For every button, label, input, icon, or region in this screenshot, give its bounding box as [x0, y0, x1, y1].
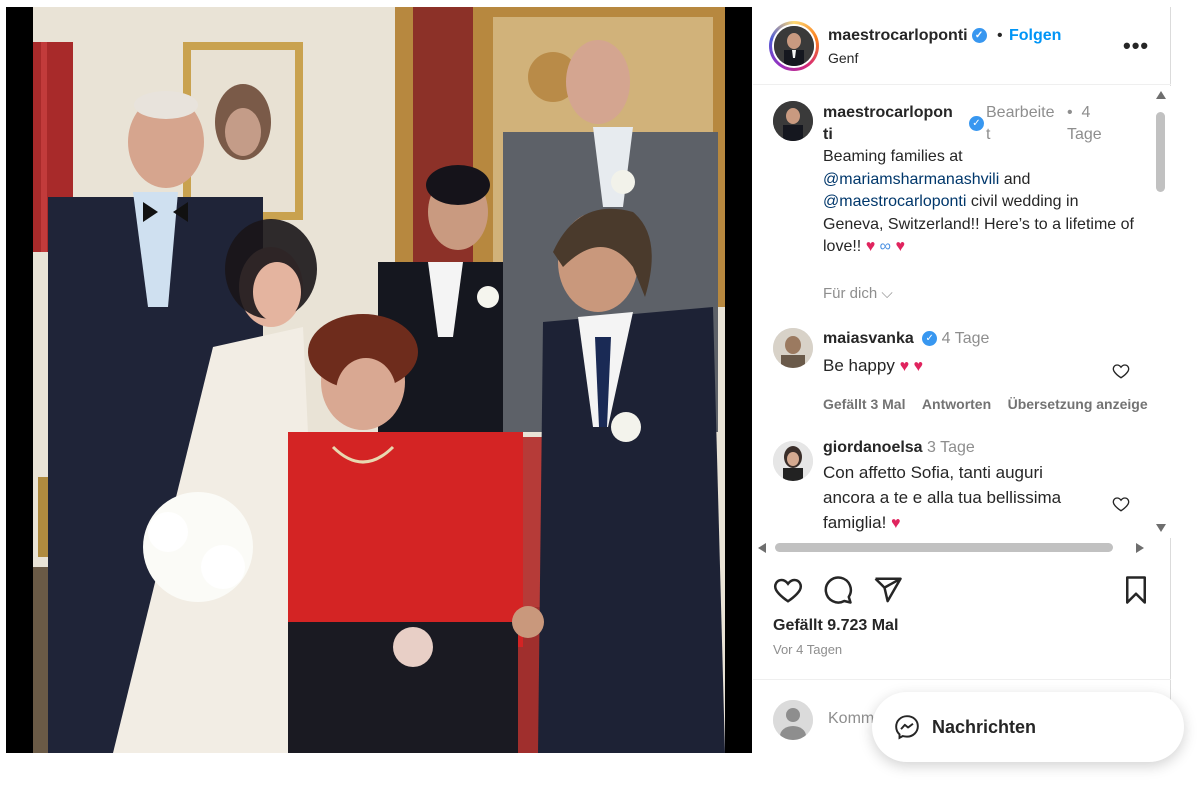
comments-scroll-area[interactable]: maestrocarlopon ti ✓ Bearbeite t • 4 Tag…: [753, 86, 1171, 556]
mention-link-groom[interactable]: @maestrocarloponti: [823, 193, 966, 210]
post-photo[interactable]: [33, 7, 725, 753]
share-icon[interactable]: [873, 575, 903, 605]
scroll-right-arrow-icon[interactable]: [1136, 543, 1144, 553]
author-username[interactable]: maestrocarloponti ✓: [828, 27, 987, 45]
scroll-down-arrow-icon[interactable]: [1156, 524, 1166, 532]
heart-emoji-icon: ♥: [895, 238, 906, 255]
author-avatar[interactable]: [769, 21, 819, 71]
comment-text-line1: Con affetto Sofia, tanti auguri: [823, 463, 1043, 482]
heart-emoji-icon: ♥ ♥: [899, 358, 924, 375]
follow-button[interactable]: Folgen: [1009, 27, 1061, 45]
comment-text-body: Be happy: [823, 356, 900, 375]
comment-text: Be happy ♥ ♥: [823, 353, 923, 379]
avatar-border: [772, 24, 816, 68]
comment-avatar[interactable]: [773, 328, 813, 368]
avatar-image: [774, 26, 814, 66]
caption-verified-icon: ✓: [969, 116, 984, 131]
caption-time[interactable]: • 4 Tage: [1067, 102, 1117, 146]
more-options-icon[interactable]: •••: [1123, 33, 1149, 59]
bookmark-icon[interactable]: [1121, 575, 1151, 605]
caption-time-unit[interactable]: Tage: [1067, 124, 1117, 146]
comment-text: Con affetto Sofia, tanti auguri ancora a…: [823, 460, 1113, 536]
infinity-emoji-icon: ∞: [879, 238, 892, 255]
horizontal-scroll-thumb[interactable]: [775, 543, 1113, 552]
post-photo-area: [6, 7, 752, 753]
scroll-up-arrow-icon[interactable]: [1156, 91, 1166, 99]
comment-header: maiasvanka ✓ 4 Tage: [823, 330, 989, 348]
comment-text-line3: famiglia!: [823, 513, 892, 532]
messages-button[interactable]: Nachrichten: [872, 692, 1184, 762]
comment-time[interactable]: 4 Tage: [942, 330, 990, 347]
translate-button[interactable]: Übersetzung anzeige: [1008, 396, 1148, 412]
caption-edited-label: Bearbeite t: [986, 102, 1066, 146]
header-separator: •: [997, 27, 1003, 44]
post-side-panel: maestrocarloponti ✓ • Folgen Genf ••• mae…: [753, 7, 1171, 753]
heart-icon[interactable]: [773, 575, 803, 605]
caption-time-separator: •: [1067, 104, 1073, 121]
avatar-picture: [774, 26, 814, 66]
mention-link-bride[interactable]: @mariamsharmanashvili: [823, 171, 999, 188]
messenger-icon: [895, 715, 919, 740]
comment-header: giordanoelsa 3 Tage: [823, 439, 975, 457]
caption-username-line2[interactable]: ti: [823, 124, 963, 146]
caption-text: Beaming families at @mariamsharmanashvil…: [823, 146, 1143, 259]
comment-like-heart-icon[interactable]: [1112, 495, 1130, 513]
post-actions-bar: [753, 567, 1171, 617]
vertical-scroll-thumb[interactable]: [1156, 112, 1165, 192]
comment-likes-count[interactable]: Gefällt 3 Mal: [823, 396, 905, 412]
post-location[interactable]: Genf: [828, 50, 858, 66]
comment-avatar-picture: [773, 328, 813, 368]
comment-time[interactable]: 3 Tage: [927, 439, 975, 456]
comment-username[interactable]: giordanoelsa: [823, 439, 923, 456]
post-date[interactable]: Vor 4 Tagen: [773, 642, 842, 657]
author-username-text[interactable]: maestrocarloponti: [828, 27, 968, 44]
comment-text-line2: ancora a te e alla tua bellissima: [823, 488, 1062, 507]
caption-author-avatar[interactable]: [773, 101, 813, 141]
comment-username[interactable]: maiasvanka: [823, 330, 914, 347]
caption-time-value[interactable]: 4: [1082, 104, 1091, 121]
caption-text-part1: Beaming families at: [823, 148, 963, 165]
verified-badge-icon: ✓: [971, 28, 987, 44]
caption-avatar-picture: [773, 101, 813, 141]
verified-badge-icon: ✓: [922, 331, 938, 347]
scroll-left-arrow-icon[interactable]: [758, 543, 766, 553]
caption-text-part2: and: [999, 170, 1031, 188]
comment-avatar[interactable]: [773, 441, 813, 481]
messages-label: Nachrichten: [932, 717, 1037, 737]
reply-button[interactable]: Antworten: [922, 396, 991, 412]
comment-meta: Gefällt 3 Mal Antworten Übersetzung anze…: [823, 396, 1148, 414]
likes-count[interactable]: Gefällt 9.723 Mal: [773, 617, 898, 635]
post-header: maestrocarloponti ✓ • Folgen Genf •••: [753, 7, 1171, 85]
edited-line1: Bearbeite: [986, 104, 1055, 121]
comment-icon[interactable]: [823, 575, 853, 605]
caption-username[interactable]: maestrocarlopon ti: [823, 102, 963, 146]
edited-line2: t: [986, 126, 991, 143]
for-you-toggle[interactable]: Für dich ⌵: [823, 285, 893, 302]
current-user-avatar: [773, 700, 813, 740]
default-avatar-icon: [773, 700, 813, 740]
heart-emoji-icon: ♥: [891, 515, 901, 532]
heart-emoji-icon: ♥: [865, 238, 876, 255]
comment-like-heart-icon[interactable]: [1112, 362, 1130, 380]
comment-avatar-picture: [773, 441, 813, 481]
caption-username-line1[interactable]: maestrocarlopon: [823, 102, 963, 124]
